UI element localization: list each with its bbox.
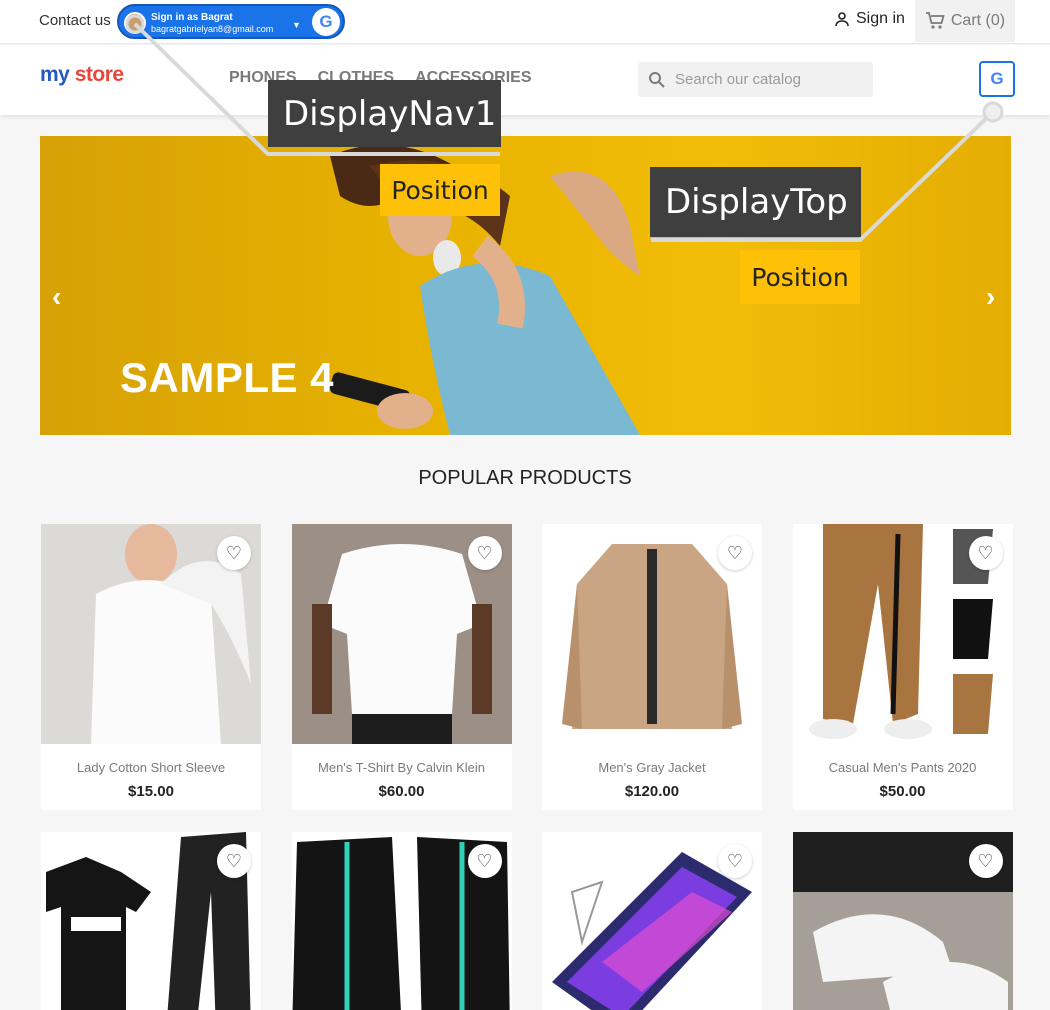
google-signin-button[interactable]: G [979,61,1015,97]
chevron-down-icon: ▼ [292,20,301,30]
user-icon [835,12,849,27]
hero-carousel: SAMPLE 4 ‹ › [40,136,1011,435]
heart-icon[interactable]: ♡ [718,844,752,878]
product-name[interactable]: Lady Cotton Short Sleeve [41,760,261,775]
contact-us-link[interactable]: Contact us [39,12,111,29]
annotation-top-position: Position [740,250,860,304]
user-avatar [124,12,146,34]
product-card[interactable]: ♡ [792,832,1013,1010]
product-price: $120.00 [624,783,680,800]
top-nav-bar: Contact us Sign in as Bagrat bagratgabri… [0,0,1050,44]
heart-icon[interactable]: ♡ [467,844,502,878]
product-image[interactable]: ♡ [542,832,762,1010]
heart-icon[interactable]: ♡ [718,536,752,570]
google-signin-name: Sign in as Bagrat [151,12,233,23]
product-price: $15.00 [128,783,174,800]
product-grid: ♡ Lady Cotton Short Sleeve $15.00 ♡ Men'… [41,524,1013,1010]
logo-part-store: store [74,63,124,86]
product-card[interactable]: ♡ Men's Gray Jacket $120.00 [542,524,762,810]
product-price: $60.00 [378,783,425,800]
cart-label: Cart (0) [950,12,1006,29]
hero-image [329,144,640,435]
product-price: $50.00 [879,783,926,800]
product-card[interactable]: ♡ Lady Cotton Short Sleeve $15.00 [41,524,261,810]
annotation-nav-position: Position [380,164,500,216]
search-box [638,62,873,97]
sign-in-label: Sign in [856,10,905,27]
popular-products-title: POPULAR PRODUCTS [418,467,632,489]
heart-icon[interactable]: ♡ [217,844,251,878]
product-card[interactable]: ♡ Men's T-Shirt By Calvin Klein $60.00 [291,524,512,810]
product-image[interactable]: ♡ [291,524,512,744]
search-icon [649,72,665,88]
product-image[interactable]: ♡ [41,832,261,1010]
google-signin-pill[interactable]: Sign in as Bagrat bagratgabrielyan8@gmai… [117,4,345,39]
product-name[interactable]: Casual Men's Pants 2020 [793,760,1013,775]
cart-button[interactable]: Cart (0) [915,0,1015,42]
carousel-prev-icon[interactable]: ‹ [52,281,61,313]
product-image[interactable]: ♡ [291,832,512,1010]
cart-icon [925,12,945,29]
product-image[interactable]: ♡ [792,524,1013,744]
product-name[interactable]: Men's Gray Jacket [542,760,762,775]
search-input[interactable] [675,71,865,88]
carousel-next-icon[interactable]: › [986,281,995,313]
heart-icon[interactable]: ♡ [217,536,251,570]
product-card[interactable]: ♡ [291,832,512,1010]
product-image[interactable]: ♡ [542,524,762,744]
annotation-displaytop: DisplayTop [650,167,861,237]
product-image[interactable]: ♡ [41,524,261,744]
hero-title: SAMPLE 4 [120,354,335,401]
google-signin-email: bagratgabrielyan8@gmail.com [151,24,274,34]
product-card[interactable]: ♡ [41,832,261,1010]
store-logo[interactable]: my store [40,63,124,87]
annotation-displaynav1: DisplayNav1 [268,80,501,147]
heart-icon[interactable]: ♡ [467,536,502,570]
main-header: my store PHONES CLOTHES ACCESSORIES G [0,45,1050,115]
heart-icon[interactable]: ♡ [968,536,1003,570]
product-card[interactable]: ♡ [542,832,762,1010]
google-logo-icon: G [312,8,340,36]
product-card[interactable]: ♡ Casual Men's Pants 2020 $50.00 [792,524,1013,810]
product-name[interactable]: Men's T-Shirt By Calvin Klein [292,760,512,775]
heart-icon[interactable]: ♡ [968,844,1003,878]
sign-in-link[interactable]: Sign in [834,10,905,28]
product-image[interactable]: ♡ [792,832,1013,1010]
logo-part-my: my [40,63,70,86]
